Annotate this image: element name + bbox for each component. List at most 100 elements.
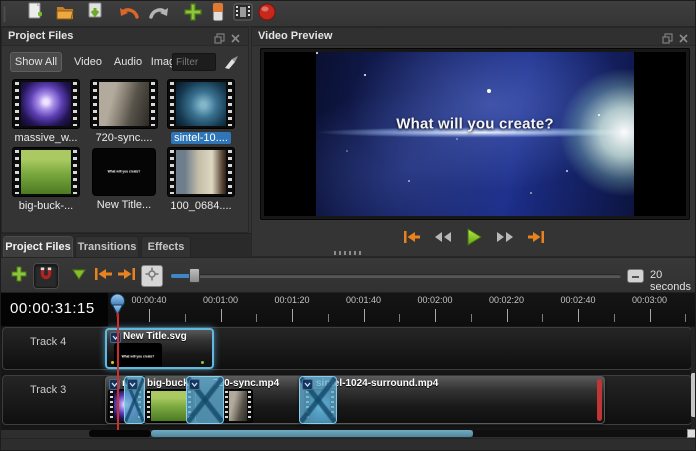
transition-menu-chevron-icon[interactable] xyxy=(127,379,138,390)
tab-transitions[interactable]: Transitions xyxy=(75,236,139,257)
ruler-label: 00:01:00 xyxy=(191,295,251,305)
transition-menu-chevron-icon[interactable] xyxy=(189,379,200,390)
preview-screen: What will you create? xyxy=(264,52,686,216)
file-label-selected: sintel-10.... xyxy=(171,132,231,144)
tab-effects[interactable]: Effects xyxy=(141,236,191,257)
ruler-tick-major xyxy=(650,309,651,322)
clip-menu-chevron-icon[interactable] xyxy=(110,332,121,343)
undo-button[interactable] xyxy=(118,3,140,25)
filter-input[interactable] xyxy=(172,53,216,71)
float-panel-icon[interactable] xyxy=(214,31,226,43)
ruler-label: 00:02:20 xyxy=(477,295,537,305)
center-on-playhead-button[interactable] xyxy=(141,265,163,287)
jump-to-end-button[interactable] xyxy=(525,229,547,245)
file-item-sintel[interactable]: sintel-10.... xyxy=(165,80,237,146)
playhead-marker[interactable] xyxy=(109,293,126,322)
clip-thumbnail-text: What will you create? xyxy=(105,354,173,358)
transition-menu-chevron-icon[interactable] xyxy=(302,379,313,390)
zoom-scale-label: 20 seconds xyxy=(650,269,696,293)
add-track-button[interactable] xyxy=(7,264,31,288)
open-project-button[interactable] xyxy=(54,3,76,25)
video-preview-title: Video Preview xyxy=(258,30,332,42)
green-triangle-icon xyxy=(72,267,86,285)
import-files-button[interactable] xyxy=(182,3,204,25)
project-files-header: Project Files xyxy=(2,28,248,46)
file-item-bigbuck[interactable]: big-buck-... xyxy=(10,148,82,214)
transition-3[interactable] xyxy=(299,376,337,424)
transition-2[interactable] xyxy=(186,376,224,424)
file-item-bedroom[interactable]: 100_0684.... xyxy=(165,148,237,214)
clip-label: 720-sync.mp4 xyxy=(213,378,307,389)
zoom-out-button[interactable] xyxy=(627,269,644,283)
keyframe-dot-icon xyxy=(201,361,204,364)
dock-tab-bar: Project Files Transitions Effects xyxy=(1,233,251,257)
filter-video-button[interactable]: Video xyxy=(68,52,108,72)
horizontal-scrollbar-thumb[interactable] xyxy=(151,430,473,437)
video-preview-panel: Video Preview What will you create? xyxy=(251,27,696,257)
next-marker-button[interactable] xyxy=(115,264,139,288)
video-thumbnail xyxy=(13,80,79,128)
filter-show-all-button[interactable]: Show All xyxy=(10,52,62,72)
keyframe-dot-icon xyxy=(111,361,114,364)
open-project-icon xyxy=(55,2,75,27)
next-marker-icon xyxy=(117,267,137,286)
clip-trim-edge[interactable] xyxy=(597,379,602,421)
vertical-scrollbar-thumb[interactable] xyxy=(691,373,696,417)
ruler-tick-minor xyxy=(542,314,543,322)
rewind-button[interactable] xyxy=(432,229,454,245)
float-panel-icon[interactable] xyxy=(662,31,674,43)
scrollbar-corner xyxy=(687,429,696,438)
zoom-slider-handle[interactable] xyxy=(189,268,200,283)
filter-audio-button[interactable]: Audio xyxy=(108,52,148,72)
ruler-tick-major xyxy=(364,309,365,322)
magnet-icon xyxy=(38,266,54,287)
transition-1[interactable] xyxy=(124,376,145,424)
title-thumbnail: What will you create? xyxy=(93,149,155,195)
previous-marker-icon xyxy=(93,267,113,286)
preview-video-image: What will you create? xyxy=(316,52,634,216)
project-files-panel: Project Files Show All Video Audio Image… xyxy=(1,27,249,233)
ruler-tick-major xyxy=(578,309,579,322)
new-project-button[interactable] xyxy=(24,3,46,25)
toolbar-drag-handle[interactable] xyxy=(3,5,6,23)
animated-title-button[interactable] xyxy=(232,3,254,25)
play-button[interactable] xyxy=(463,229,485,245)
file-label: 720-sync.... xyxy=(93,132,156,144)
arrow-tool-button[interactable] xyxy=(67,264,91,288)
clip-sintel[interactable]: sintel-1024-surround.mp4 xyxy=(299,376,605,424)
preview-frame: What will you create? xyxy=(260,48,690,220)
file-item-720sync[interactable]: 720-sync.... xyxy=(88,80,160,146)
previous-marker-button[interactable] xyxy=(91,264,115,288)
undo-icon xyxy=(118,4,140,25)
choose-profile-button[interactable] xyxy=(210,3,226,25)
track-4-label: Track 4 xyxy=(30,336,66,348)
current-time-value: 00:00:31:15 xyxy=(10,300,95,317)
redo-button[interactable] xyxy=(148,3,170,25)
export-video-button[interactable] xyxy=(256,3,278,25)
splitter-handle[interactable] xyxy=(334,251,364,255)
film-frame-icon xyxy=(233,3,253,26)
ruler-tick-major xyxy=(292,309,293,322)
clip-new-title[interactable]: New Title.svg What will you create? xyxy=(105,328,214,369)
ruler-label: 00:00:40 xyxy=(119,295,179,305)
timeline-toolbar: 20 seconds xyxy=(1,257,696,293)
stars-decoration xyxy=(316,52,318,54)
zoom-slider[interactable] xyxy=(171,274,621,278)
clip-label: sintel-1024-surround.mp4 xyxy=(316,378,602,389)
tab-project-files[interactable]: Project Files xyxy=(3,236,73,257)
save-project-button[interactable] xyxy=(84,3,106,25)
clip-label: New Title.svg xyxy=(123,331,210,342)
jump-to-start-button[interactable] xyxy=(401,229,423,245)
ruler-label: 00:01:20 xyxy=(262,295,322,305)
close-panel-icon[interactable] xyxy=(678,31,690,43)
new-project-icon xyxy=(25,2,45,27)
file-item-massive[interactable]: massive_w... xyxy=(10,80,82,146)
snapping-toggle-button[interactable] xyxy=(34,264,58,288)
title-thumbnail-text: What will you create? xyxy=(93,170,155,174)
fast-forward-button[interactable] xyxy=(494,229,516,245)
ruler-tick-major xyxy=(435,309,436,322)
clear-filter-brush-icon[interactable] xyxy=(223,54,239,70)
main-toolbar xyxy=(1,1,696,27)
close-panel-icon[interactable] xyxy=(230,31,242,43)
file-item-newtitle[interactable]: What will you create? New Title... xyxy=(88,148,160,213)
